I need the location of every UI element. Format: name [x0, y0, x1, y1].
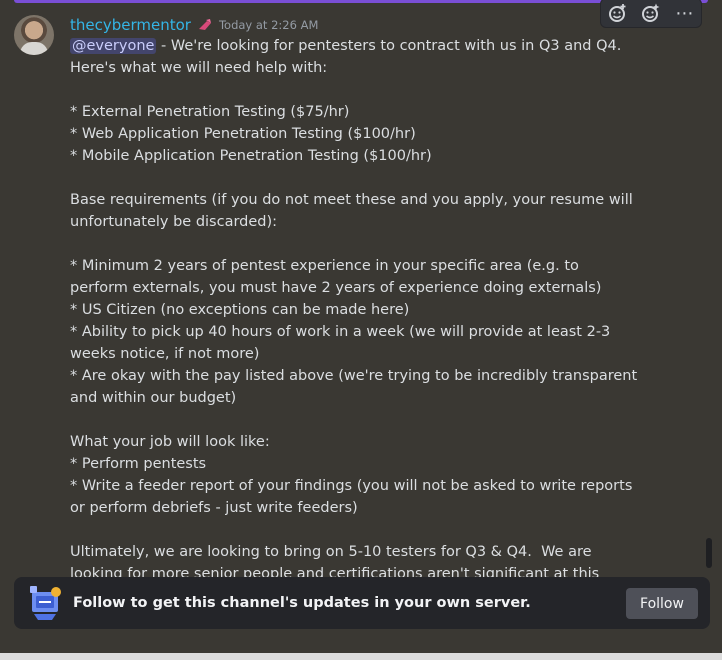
message-timestamp[interactable]: Today at 2:26 AM	[219, 18, 318, 32]
message-hover-toolbar: ⋯	[600, 0, 702, 28]
message-paragraph	[70, 519, 638, 541]
window-bottom-edge	[0, 653, 722, 660]
super-reaction-icon[interactable]	[639, 1, 663, 25]
message-paragraph: * External Penetration Testing ($75/hr) …	[70, 104, 432, 164]
scrollbar-thumb[interactable]	[706, 538, 712, 568]
message-paragraph: Base requirements (if you do not meet th…	[70, 192, 638, 230]
add-reaction-icon[interactable]	[606, 1, 630, 25]
message-paragraph: Ultimately, we are looking to bring on 5…	[70, 544, 600, 578]
follow-button[interactable]: Follow	[626, 588, 698, 619]
message-content: @everyone - We're looking for pentesters…	[70, 35, 638, 578]
message-paragraph	[70, 233, 638, 255]
follow-prompt-text: Follow to get this channel's updates in …	[73, 595, 531, 611]
message-scroll-area[interactable]: thecybermentor Today at 2:26 AM @everyon…	[0, 0, 712, 578]
announcement-channel-icon	[28, 584, 62, 622]
message-paragraph: What your job will look like: * Perform …	[70, 434, 633, 516]
role-badge-icon	[198, 19, 211, 30]
message-paragraph: @everyone - We're looking for pentesters…	[70, 38, 631, 76]
message-paragraph	[70, 167, 638, 189]
everyone-mention[interactable]: @everyone	[70, 38, 157, 54]
avatar[interactable]	[14, 15, 54, 55]
message-paragraph	[70, 409, 638, 431]
follow-channel-bar: Follow to get this channel's updates in …	[14, 577, 710, 629]
author-username[interactable]: thecybermentor	[70, 16, 191, 34]
message-paragraph: * Minimum 2 years of pentest experience …	[70, 258, 638, 406]
message-paragraph	[70, 79, 638, 101]
more-options-icon[interactable]: ⋯	[672, 1, 696, 25]
message-header: thecybermentor Today at 2:26 AM	[70, 15, 318, 35]
